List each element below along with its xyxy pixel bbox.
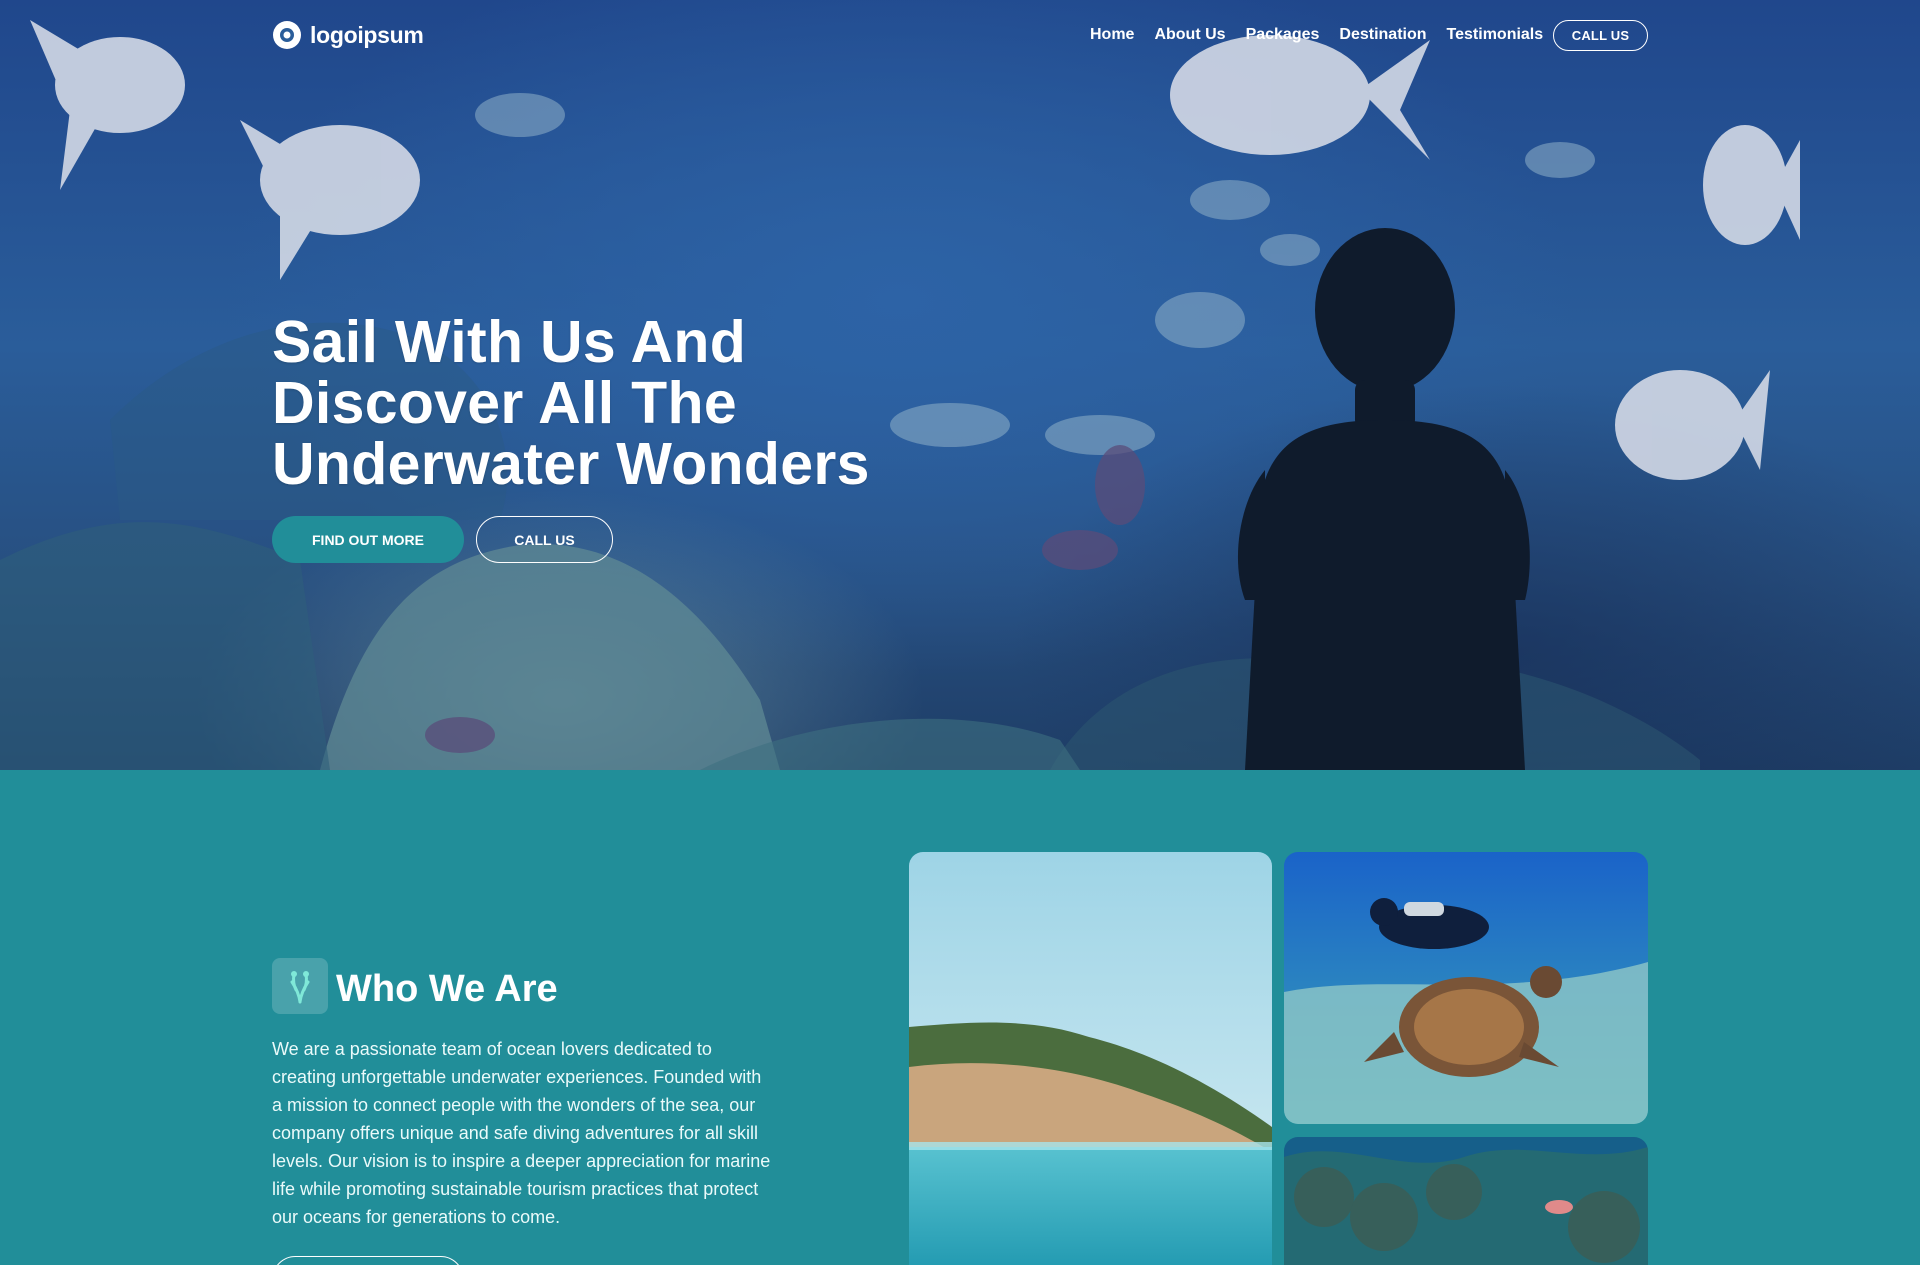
nav-item-testimonials[interactable]: Testimonials	[1447, 24, 1544, 46]
hero-title: Sail With Us And Discover All The Underw…	[272, 312, 992, 495]
hero-call-us-button[interactable]: CALL US	[476, 516, 613, 563]
nav-item-home[interactable]: Home	[1090, 24, 1134, 46]
header-call-us-button[interactable]: CALL US	[1553, 20, 1648, 51]
hero-title-line-1: Sail With Us And	[272, 309, 747, 375]
nav-item-destination[interactable]: Destination	[1339, 24, 1426, 46]
find-out-more-button[interactable]: FIND OUT MORE	[272, 516, 464, 563]
logo-text: logoipsum	[310, 21, 424, 48]
coral-icon	[272, 958, 328, 1014]
coast-photo-image	[909, 852, 1272, 1265]
main-nav: Home About Us Packages Destination Testi…	[1090, 24, 1543, 46]
about-description: We are a passionate team of ocean lovers…	[272, 1039, 771, 1227]
hero-section: logoipsum Home About Us Packages Destina…	[0, 0, 1920, 770]
coral-icon-graphic	[290, 971, 310, 1004]
nav-item-about-us[interactable]: About Us	[1154, 24, 1225, 46]
coral-reef-photo-image	[1284, 1137, 1648, 1265]
turtle-diver-photo-image	[1284, 852, 1648, 1124]
nav-item-packages[interactable]: Packages	[1246, 24, 1320, 46]
coast-photo	[909, 852, 1272, 1265]
logo[interactable]: logoipsum	[272, 20, 424, 50]
hero-title-line-2: Discover All The	[272, 370, 737, 436]
about-title: Who We Are	[336, 968, 558, 1010]
logo-mark-icon	[273, 21, 301, 49]
turtle-diver-photo	[1284, 852, 1648, 1124]
hero-title-line-3: Underwater Wonders	[272, 431, 870, 497]
coral-reef-photo	[1284, 1137, 1648, 1265]
about-more-button[interactable]	[272, 1256, 464, 1265]
